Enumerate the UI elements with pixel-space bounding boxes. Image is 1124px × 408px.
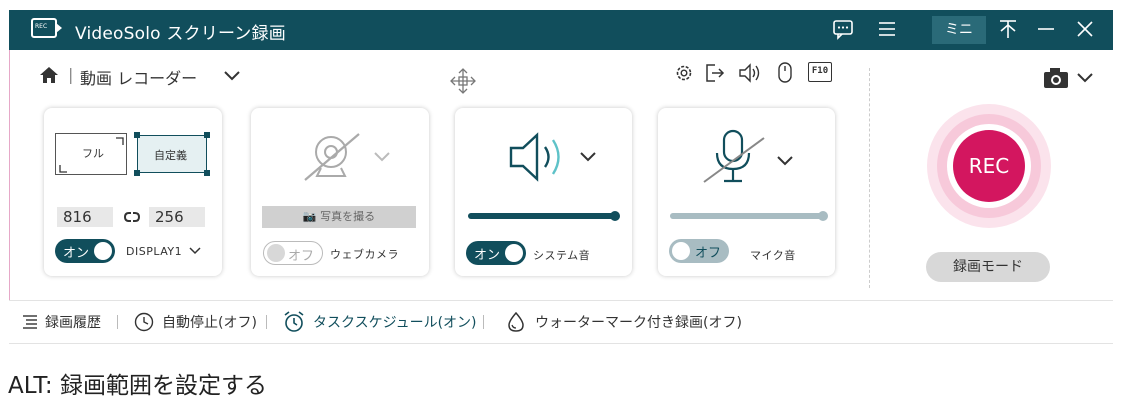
webcam-card: 📷 写真を撮る オフ ウェブカメラ xyxy=(251,108,429,276)
window-border xyxy=(9,50,10,340)
microphone-card: オフ マイク音 xyxy=(658,108,835,276)
system-audio-toggle[interactable]: オン xyxy=(466,241,526,265)
system-audio-chevron-down-icon[interactable] xyxy=(579,148,597,166)
display-select[interactable]: DISPLAY1 xyxy=(126,245,182,258)
webcam-chevron-down-icon[interactable] xyxy=(373,148,391,166)
mini-mode-button[interactable]: ミニ xyxy=(932,16,986,44)
take-photo-label: 写真を撮る xyxy=(320,210,376,223)
height-input[interactable]: 256 xyxy=(149,207,205,227)
menu-icon[interactable] xyxy=(875,18,899,45)
hotkey-icon[interactable]: F10 xyxy=(808,62,832,82)
auto-stop-link[interactable]: 自動停止(オフ) xyxy=(162,312,257,332)
webcam-label: ウェブカメラ xyxy=(330,248,399,261)
recorder-mode-label[interactable]: 動画 レコーダー xyxy=(80,65,197,89)
full-screen-button[interactable]: フル xyxy=(55,133,127,175)
system-speaker-icon[interactable] xyxy=(507,130,571,184)
screen-toggle[interactable]: オン xyxy=(55,239,115,263)
rec-button-ring: REC xyxy=(927,104,1051,228)
app-logo-icon: REC xyxy=(31,18,62,38)
alarm-clock-icon[interactable] xyxy=(282,310,306,334)
watermark-icon[interactable] xyxy=(505,311,527,333)
app-title: VideoSolo スクリーン録画 xyxy=(75,24,286,44)
display-chevron-down-icon[interactable] xyxy=(188,243,202,257)
mic-toggle-label: オフ xyxy=(694,246,721,261)
screen-area-card: フル 自定義 816 256 オン DISPLAY1 xyxy=(44,108,222,276)
record-mode-button[interactable]: 録画モード xyxy=(926,252,1050,282)
screen-toggle-label: オン xyxy=(63,246,90,261)
minimize-icon[interactable] xyxy=(1034,18,1058,45)
webcam-toggle[interactable]: オフ xyxy=(263,241,323,265)
export-icon[interactable] xyxy=(704,62,726,84)
panel-divider xyxy=(869,68,870,288)
mic-volume-slider[interactable] xyxy=(670,211,828,221)
custom-area-button[interactable]: 自定義 xyxy=(134,132,210,176)
take-photo-button[interactable]: 📷 写真を撮る xyxy=(262,206,416,228)
camera-chevron-down-icon[interactable] xyxy=(1075,68,1095,88)
app-logo-text: REC xyxy=(35,23,48,30)
photo-camera-icon: 📷 xyxy=(302,210,317,223)
history-link[interactable]: 録画履歴 xyxy=(45,312,101,332)
system-audio-card: オン システム音 xyxy=(455,108,632,276)
width-input[interactable]: 816 xyxy=(57,207,113,227)
auto-stop-icon[interactable] xyxy=(133,311,155,333)
mouse-icon[interactable] xyxy=(776,61,794,85)
chevron-down-icon[interactable] xyxy=(222,66,242,86)
rec-button[interactable]: REC xyxy=(953,130,1025,202)
system-volume-slider[interactable] xyxy=(468,211,620,221)
webcam-off-icon[interactable] xyxy=(301,128,365,186)
mic-label: マイク音 xyxy=(750,249,796,262)
custom-area-label: 自定義 xyxy=(154,149,187,162)
task-schedule-link[interactable]: タスクスケジュール(オン) xyxy=(313,312,477,332)
gear-icon[interactable] xyxy=(673,62,695,84)
chat-icon[interactable] xyxy=(831,18,855,45)
close-icon[interactable] xyxy=(1073,18,1097,45)
camera-icon[interactable] xyxy=(1042,66,1070,90)
microphone-off-icon[interactable] xyxy=(702,128,766,186)
speaker-icon[interactable] xyxy=(737,62,763,84)
system-audio-label: システム音 xyxy=(533,249,591,262)
pin-icon[interactable] xyxy=(996,18,1020,45)
system-audio-toggle-label: オン xyxy=(474,248,501,263)
home-icon[interactable] xyxy=(38,64,60,86)
watermark-link[interactable]: ウォーターマーク付き録画(オフ) xyxy=(535,312,742,332)
history-icon[interactable] xyxy=(21,313,39,331)
alt-caption: ALT: 録画範囲を設定する xyxy=(8,373,267,399)
link-icon[interactable] xyxy=(122,207,142,227)
nav-separator: | xyxy=(68,65,74,84)
mic-chevron-down-icon[interactable] xyxy=(776,152,794,170)
move-icon[interactable] xyxy=(448,66,478,96)
bottom-bar: 録画履歴 自動停止(オフ) タスクスケジュール(オン) ウォーターマーク付き録画… xyxy=(9,300,1113,344)
title-bar: REC VideoSolo スクリーン録画 ミニ xyxy=(9,10,1113,50)
mic-toggle[interactable]: オフ xyxy=(669,239,729,263)
webcam-toggle-label: オフ xyxy=(287,249,314,264)
